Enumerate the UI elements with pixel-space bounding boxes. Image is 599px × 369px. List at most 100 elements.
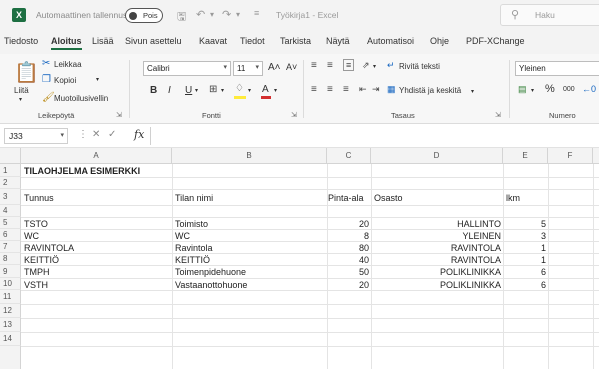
tab-pdf-xchange[interactable]: PDF-XChange: [466, 36, 525, 46]
enter-icon[interactable]: ✓: [108, 129, 116, 140]
tab-automatisoi[interactable]: Automatisoi: [367, 36, 414, 46]
row-header-1[interactable]: 1: [0, 164, 21, 177]
thousands-separator-button[interactable]: 000: [563, 86, 575, 93]
formula-input[interactable]: [150, 127, 599, 145]
table-row-cell-tunnus[interactable]: TMPH: [24, 267, 50, 277]
redo-icon[interactable]: ↷: [222, 8, 231, 21]
undo-dropdown-icon[interactable]: ▾: [210, 10, 214, 19]
table-row-cell-lkm[interactable]: 1: [503, 243, 546, 253]
table-row-cell-ala[interactable]: 20: [327, 219, 369, 229]
table-row-cell-tunnus[interactable]: WC: [24, 231, 39, 241]
column-header-f[interactable]: F: [548, 148, 593, 164]
table-row-cell-tunnus[interactable]: TSTO: [24, 219, 48, 229]
row-header-15[interactable]: [0, 346, 21, 369]
increase-decimal-icon[interactable]: ←0: [582, 84, 596, 94]
tab-ohje[interactable]: Ohje: [430, 36, 449, 46]
align-right-icon[interactable]: ≡: [343, 84, 349, 95]
cut-icon[interactable]: ✂: [42, 58, 50, 69]
search-box[interactable]: ⚲ Haku: [500, 4, 599, 26]
shrink-font-button[interactable]: A˅: [286, 62, 297, 72]
table-row-cell-ala[interactable]: 80: [327, 243, 369, 253]
table-row-cell-tunnus[interactable]: RAVINTOLA: [24, 243, 74, 253]
cancel-icon[interactable]: ✕: [92, 129, 100, 140]
font-color-icon[interactable]: A: [262, 84, 269, 95]
cell-a1-title[interactable]: TILAOHJELMA ESIMERKKI: [24, 166, 140, 176]
paste-dropdown-icon[interactable]: ▾: [19, 96, 22, 103]
row-header-13[interactable]: 13: [0, 318, 21, 332]
autosave-toggle[interactable]: Pois: [125, 8, 163, 23]
italic-button[interactable]: I: [168, 85, 171, 96]
select-all-corner[interactable]: [0, 148, 21, 164]
increase-indent-icon[interactable]: ⇥: [372, 84, 380, 95]
decrease-indent-icon[interactable]: ⇤: [359, 84, 367, 95]
underline-dropdown-icon[interactable]: ▾: [195, 87, 198, 94]
table-row-cell-nimi[interactable]: WC: [175, 231, 190, 241]
tab-nayta[interactable]: Näytä: [326, 36, 350, 46]
row-header-9[interactable]: 9: [0, 265, 21, 278]
table-row-cell-osasto[interactable]: HALLINTO: [371, 219, 501, 229]
column-header-e[interactable]: E: [503, 148, 548, 164]
format-painter-button[interactable]: Muotoilusivellin: [54, 94, 108, 103]
tab-tarkista[interactable]: Tarkista: [280, 36, 311, 46]
table-row-cell-nimi[interactable]: Vastaanottohuone: [175, 280, 247, 290]
tab-lisaa[interactable]: Lisää: [92, 36, 114, 46]
customize-icon[interactable]: ≡: [254, 8, 259, 18]
row-header-10[interactable]: 10: [0, 278, 21, 290]
name-box[interactable]: J33 ▾: [4, 128, 68, 144]
table-row-cell-osasto[interactable]: YLEINEN: [371, 231, 501, 241]
font-launcher-icon[interactable]: ⇲: [291, 111, 297, 119]
accounting-dropdown-icon[interactable]: ▾: [531, 87, 534, 94]
more-options-icon[interactable]: ⋮: [78, 129, 88, 140]
merge-dropdown-icon[interactable]: ▾: [471, 88, 474, 95]
tab-tiedot[interactable]: Tiedot: [240, 36, 265, 46]
table-row-cell-nimi[interactable]: Toimisto: [175, 219, 208, 229]
align-center-icon[interactable]: ≡: [327, 84, 333, 95]
row-header-2[interactable]: 2: [0, 177, 21, 189]
table-row-cell-osasto[interactable]: RAVINTOLA: [371, 255, 501, 265]
copy-button[interactable]: Kopioi: [54, 76, 76, 85]
paste-button[interactable]: Liitä: [14, 86, 29, 95]
tab-kaavat[interactable]: Kaavat: [199, 36, 227, 46]
table-row-cell-lkm[interactable]: 1: [503, 255, 546, 265]
table-row-cell-nimi[interactable]: Toimenpidehuone: [175, 267, 246, 277]
tab-aloitus[interactable]: Aloitus: [51, 36, 82, 50]
wrap-text-icon[interactable]: ↵: [387, 60, 395, 71]
paste-icon[interactable]: 📋: [14, 60, 39, 85]
grow-font-button[interactable]: A˄: [268, 62, 281, 73]
cell-e3-header[interactable]: lkm: [506, 193, 520, 203]
alignment-launcher-icon[interactable]: ⇲: [495, 111, 501, 119]
row-header-12[interactable]: 12: [0, 304, 21, 318]
font-name-select[interactable]: Calibri ▾: [143, 61, 231, 76]
save-icon[interactable]: 🖫: [177, 8, 186, 27]
font-size-select[interactable]: 11 ▾: [233, 61, 263, 76]
align-middle-icon[interactable]: ≡: [327, 60, 333, 71]
align-top-icon[interactable]: ≡: [311, 60, 317, 71]
orientation-icon[interactable]: ⇗: [362, 60, 370, 71]
borders-icon[interactable]: ⊞: [209, 84, 217, 95]
fill-color-icon[interactable]: ♢: [235, 83, 244, 94]
column-header-b[interactable]: B: [172, 148, 327, 164]
number-format-select[interactable]: Yleinen: [515, 61, 599, 76]
underline-button[interactable]: U: [185, 85, 192, 96]
column-header-d[interactable]: D: [371, 148, 503, 164]
row-header-7[interactable]: 7: [0, 241, 21, 253]
cell-c3-header[interactable]: Pinta-ala: [328, 193, 364, 203]
borders-dropdown-icon[interactable]: ▾: [221, 87, 224, 94]
worksheet-grid[interactable]: A B C D E F 1 2 3 4 5 6 7 8 9 10 11 12 1…: [0, 148, 599, 369]
redo-dropdown-icon[interactable]: ▾: [236, 10, 240, 19]
table-row-cell-lkm[interactable]: 5: [503, 219, 546, 229]
bold-button[interactable]: B: [150, 85, 157, 96]
format-painter-icon[interactable]: 🖌: [42, 92, 55, 103]
copy-dropdown-icon[interactable]: ▾: [96, 76, 99, 83]
row-header-3[interactable]: 3: [0, 189, 21, 205]
align-bottom-icon[interactable]: ≡: [343, 59, 355, 71]
table-row-cell-lkm[interactable]: 3: [503, 231, 546, 241]
row-header-6[interactable]: 6: [0, 229, 21, 241]
merge-center-icon[interactable]: ▦: [387, 84, 396, 95]
fill-color-dropdown-icon[interactable]: ▾: [248, 87, 251, 94]
cell-d3-header[interactable]: Osasto: [374, 193, 403, 203]
table-row-cell-osasto[interactable]: POLIKLINIKKA: [371, 280, 501, 290]
tab-tiedosto[interactable]: Tiedosto: [4, 36, 38, 46]
percent-button[interactable]: %: [545, 83, 555, 95]
clipboard-launcher-icon[interactable]: ⇲: [116, 111, 122, 119]
